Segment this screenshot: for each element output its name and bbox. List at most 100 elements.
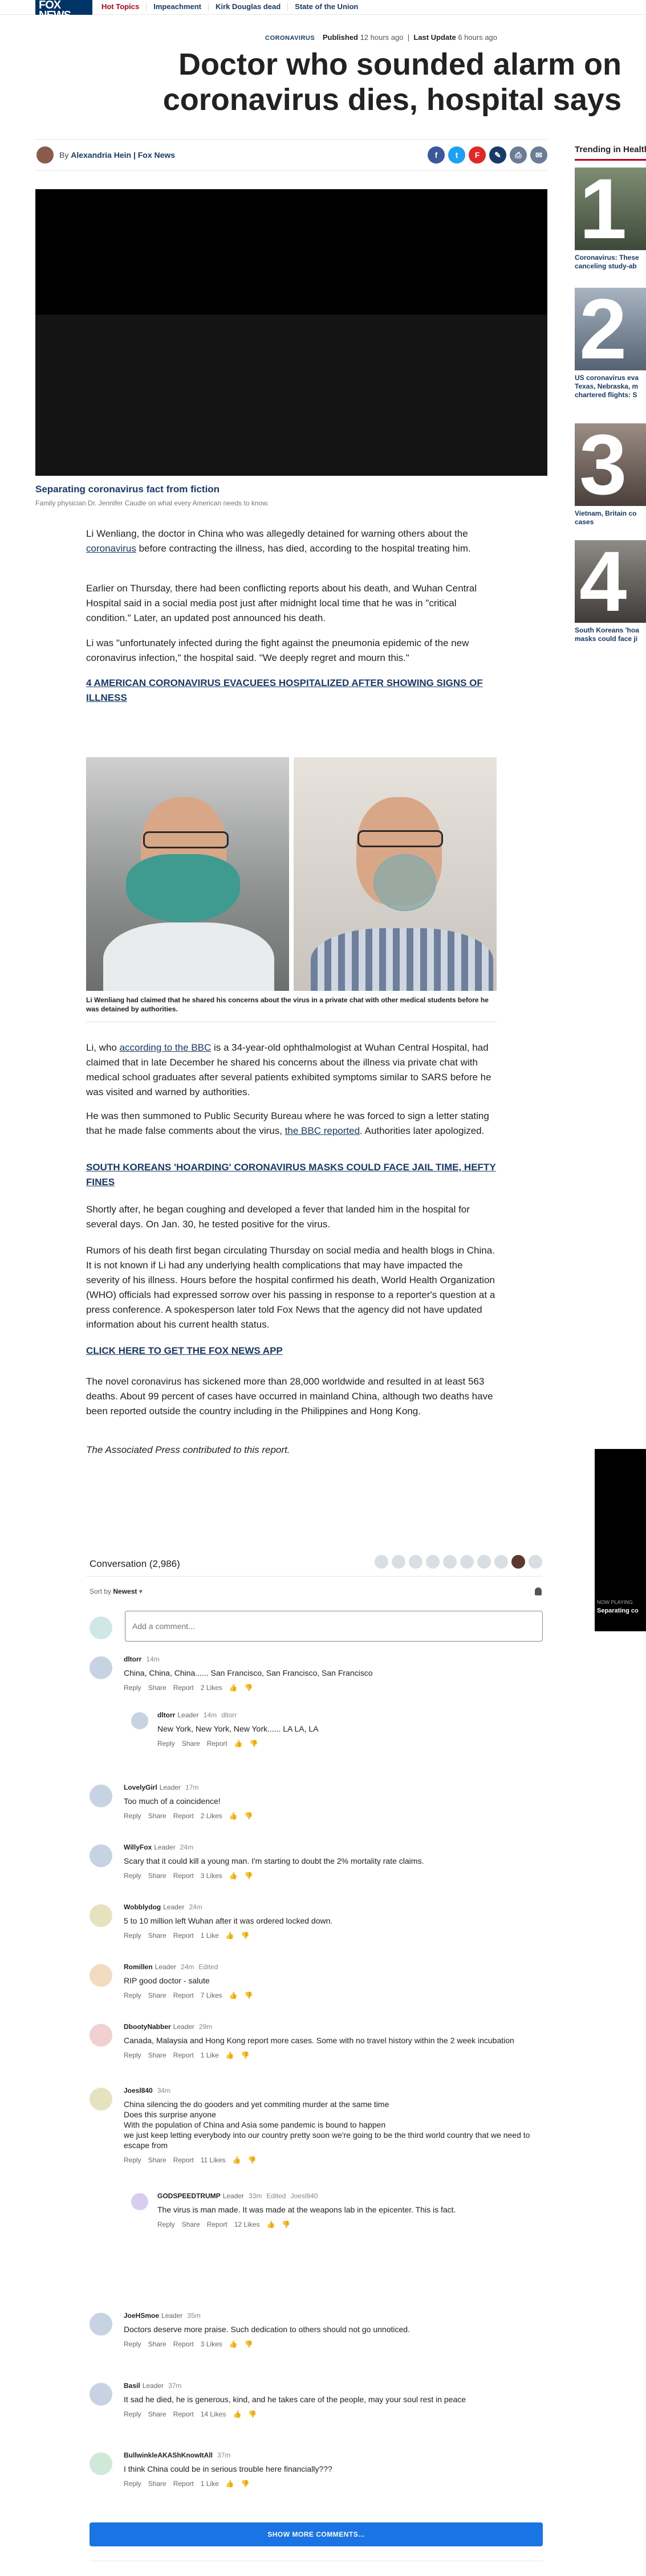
share-button[interactable]: Share bbox=[148, 1932, 166, 1940]
sort-value[interactable]: Newest bbox=[113, 1587, 137, 1595]
trending-item[interactable]: 4 South Koreans 'hoa masks could face ji bbox=[575, 540, 646, 643]
thumbs-up-icon[interactable]: 👍 bbox=[226, 2051, 234, 2059]
reply-to[interactable]: Joesl840 bbox=[290, 2192, 318, 2200]
comment-user[interactable]: Romillen bbox=[124, 1963, 153, 1971]
video-player[interactable] bbox=[35, 189, 547, 476]
reply-button[interactable]: Reply bbox=[124, 1812, 141, 1820]
thumbs-up-icon[interactable]: 👍 bbox=[226, 2480, 234, 2488]
thumbs-down-icon[interactable]: 👎 bbox=[245, 1991, 253, 1999]
bell-icon[interactable] bbox=[535, 1587, 542, 1595]
flipboard-icon[interactable]: F bbox=[469, 146, 486, 164]
report-button[interactable]: Report bbox=[207, 1740, 227, 1748]
thumbs-down-icon[interactable]: 👎 bbox=[250, 1740, 258, 1748]
comment-user[interactable]: BullwinkleAKAShKnowItAll bbox=[124, 2451, 213, 2459]
thumbs-up-icon[interactable]: 👍 bbox=[234, 1740, 243, 1748]
trending-title[interactable]: US coronavirus eva bbox=[575, 374, 646, 382]
thumbs-down-icon[interactable]: 👎 bbox=[241, 1932, 250, 1940]
twitter-icon[interactable]: t bbox=[448, 146, 465, 164]
report-button[interactable]: Report bbox=[173, 2051, 194, 2059]
trending-item[interactable]: 3 Vietnam, Britain co cases bbox=[575, 423, 646, 526]
reply-button[interactable]: Reply bbox=[124, 2051, 141, 2059]
show-more-comments-button[interactable]: SHOW MORE COMMENTS... bbox=[90, 2522, 543, 2546]
thumbs-down-icon[interactable]: 👎 bbox=[241, 2051, 250, 2059]
add-comment-input[interactable] bbox=[125, 1611, 543, 1642]
reply-button[interactable]: Reply bbox=[124, 2480, 141, 2488]
print-icon[interactable]: ⎙ bbox=[510, 146, 527, 164]
thumbs-down-icon[interactable]: 👎 bbox=[248, 2410, 257, 2418]
report-button[interactable]: Report bbox=[173, 1932, 194, 1940]
trending-title[interactable]: cases bbox=[575, 518, 646, 526]
nav-link-hot-topics[interactable]: Hot Topics bbox=[101, 3, 146, 11]
video-caption[interactable]: Separating coronavirus fact from fiction bbox=[35, 484, 220, 495]
nav-link-kirk-douglas[interactable]: Kirk Douglas dead bbox=[208, 3, 287, 11]
share-button[interactable]: Share bbox=[148, 2340, 166, 2348]
thumbs-up-icon[interactable]: 👍 bbox=[233, 2156, 241, 2164]
share-button[interactable]: Share bbox=[182, 1740, 200, 1748]
comment-user[interactable]: JoeHSmoe bbox=[124, 2312, 159, 2320]
trending-title[interactable]: masks could face ji bbox=[575, 635, 646, 643]
email-icon[interactable]: ✉ bbox=[530, 146, 547, 164]
comment-user[interactable]: WillyFox bbox=[124, 1843, 152, 1851]
comment-user[interactable]: Basil bbox=[124, 2382, 140, 2390]
thumbs-up-icon[interactable]: 👍 bbox=[229, 1991, 238, 1999]
comment-user[interactable]: dltorr bbox=[157, 1711, 175, 1719]
reply-button[interactable]: Reply bbox=[124, 2340, 141, 2348]
trending-item[interactable]: 1 Coronavirus: These canceling study-ab bbox=[575, 168, 646, 271]
author-link[interactable]: Alexandria Hein | Fox News bbox=[71, 150, 175, 160]
related-link-2[interactable]: SOUTH KOREANS 'HOARDING' CORONAVIRUS MAS… bbox=[86, 1160, 497, 1190]
comment-user[interactable]: dltorr bbox=[124, 1655, 141, 1663]
report-button[interactable]: Report bbox=[173, 1991, 194, 1999]
comment-user[interactable]: LovelyGirl bbox=[124, 1783, 157, 1791]
reply-button[interactable]: Reply bbox=[124, 1932, 141, 1940]
trending-title[interactable]: Vietnam, Britain co bbox=[575, 509, 646, 518]
trending-item[interactable]: 2 US coronavirus eva Texas, Nebraska, m … bbox=[575, 288, 646, 399]
floating-video-player[interactable]: NOW PLAYING Separating co bbox=[595, 1449, 646, 1631]
reply-button[interactable]: Reply bbox=[124, 1684, 141, 1692]
thumbs-down-icon[interactable]: 👎 bbox=[245, 2340, 253, 2348]
comment-user[interactable]: Joesl840 bbox=[124, 2087, 153, 2095]
thumbs-up-icon[interactable]: 👍 bbox=[233, 2410, 241, 2418]
nav-link-state-of-union[interactable]: State of the Union bbox=[287, 3, 365, 11]
report-button[interactable]: Report bbox=[173, 2410, 194, 2418]
share-button[interactable]: Share bbox=[148, 2156, 166, 2164]
thumbs-up-icon[interactable]: 👍 bbox=[229, 1872, 238, 1880]
comment-user[interactable]: Wobblydog bbox=[124, 1903, 161, 1911]
nav-link-impeachment[interactable]: Impeachment bbox=[146, 3, 208, 11]
app-link-text[interactable]: CLICK HERE TO GET THE FOX NEWS APP bbox=[86, 1345, 283, 1356]
report-button[interactable]: Report bbox=[173, 2340, 194, 2348]
report-button[interactable]: Report bbox=[173, 2480, 194, 2488]
thumbs-up-icon[interactable]: 👍 bbox=[229, 2340, 238, 2348]
facebook-icon[interactable]: f bbox=[428, 146, 445, 164]
reply-button[interactable]: Reply bbox=[157, 2220, 175, 2228]
share-button[interactable]: Share bbox=[148, 2051, 166, 2059]
share-button[interactable]: Share bbox=[148, 1872, 166, 1880]
trending-title[interactable]: Texas, Nebraska, m bbox=[575, 382, 646, 391]
bbc-link[interactable]: according to the BBC bbox=[120, 1042, 212, 1053]
share-button[interactable]: Share bbox=[148, 1812, 166, 1820]
report-button[interactable]: Report bbox=[207, 2220, 227, 2228]
related-link-1[interactable]: 4 AMERICAN CORONAVIRUS EVACUEES HOSPITAL… bbox=[86, 676, 497, 705]
related-link-2-text[interactable]: SOUTH KOREANS 'HOARDING' CORONAVIRUS MAS… bbox=[86, 1162, 496, 1187]
sort-by[interactable]: Sort by Newest ▾ bbox=[90, 1587, 143, 1595]
report-button[interactable]: Report bbox=[173, 1812, 194, 1820]
trending-title[interactable]: chartered flights: S bbox=[575, 391, 646, 399]
related-link-1-text[interactable]: 4 AMERICAN CORONAVIRUS EVACUEES HOSPITAL… bbox=[86, 677, 483, 703]
report-button[interactable]: Report bbox=[173, 1872, 194, 1880]
reply-button[interactable]: Reply bbox=[124, 1872, 141, 1880]
share-button[interactable]: Share bbox=[148, 1991, 166, 1999]
thumbs-up-icon[interactable]: 👍 bbox=[266, 2220, 275, 2228]
thumbs-down-icon[interactable]: 👎 bbox=[241, 2480, 250, 2488]
thumbs-up-icon[interactable]: 👍 bbox=[229, 1812, 238, 1820]
coronavirus-link[interactable]: coronavirus bbox=[86, 543, 136, 554]
thumbs-down-icon[interactable]: 👎 bbox=[245, 1812, 253, 1820]
share-button[interactable]: Share bbox=[148, 2480, 166, 2488]
share-button[interactable]: Share bbox=[182, 2220, 200, 2228]
report-button[interactable]: Report bbox=[173, 1684, 194, 1692]
comment-user[interactable]: DbootyNabber bbox=[124, 2023, 171, 2031]
reply-button[interactable]: Reply bbox=[124, 2156, 141, 2164]
category-label[interactable]: CORONAVIRUS bbox=[265, 35, 315, 42]
bbc-reported-link[interactable]: the BBC reported bbox=[285, 1125, 360, 1136]
reply-button[interactable]: Reply bbox=[124, 2410, 141, 2418]
fox-news-logo[interactable]: FOX NEWS channel bbox=[35, 0, 92, 15]
thumbs-down-icon[interactable]: 👎 bbox=[245, 1684, 253, 1692]
